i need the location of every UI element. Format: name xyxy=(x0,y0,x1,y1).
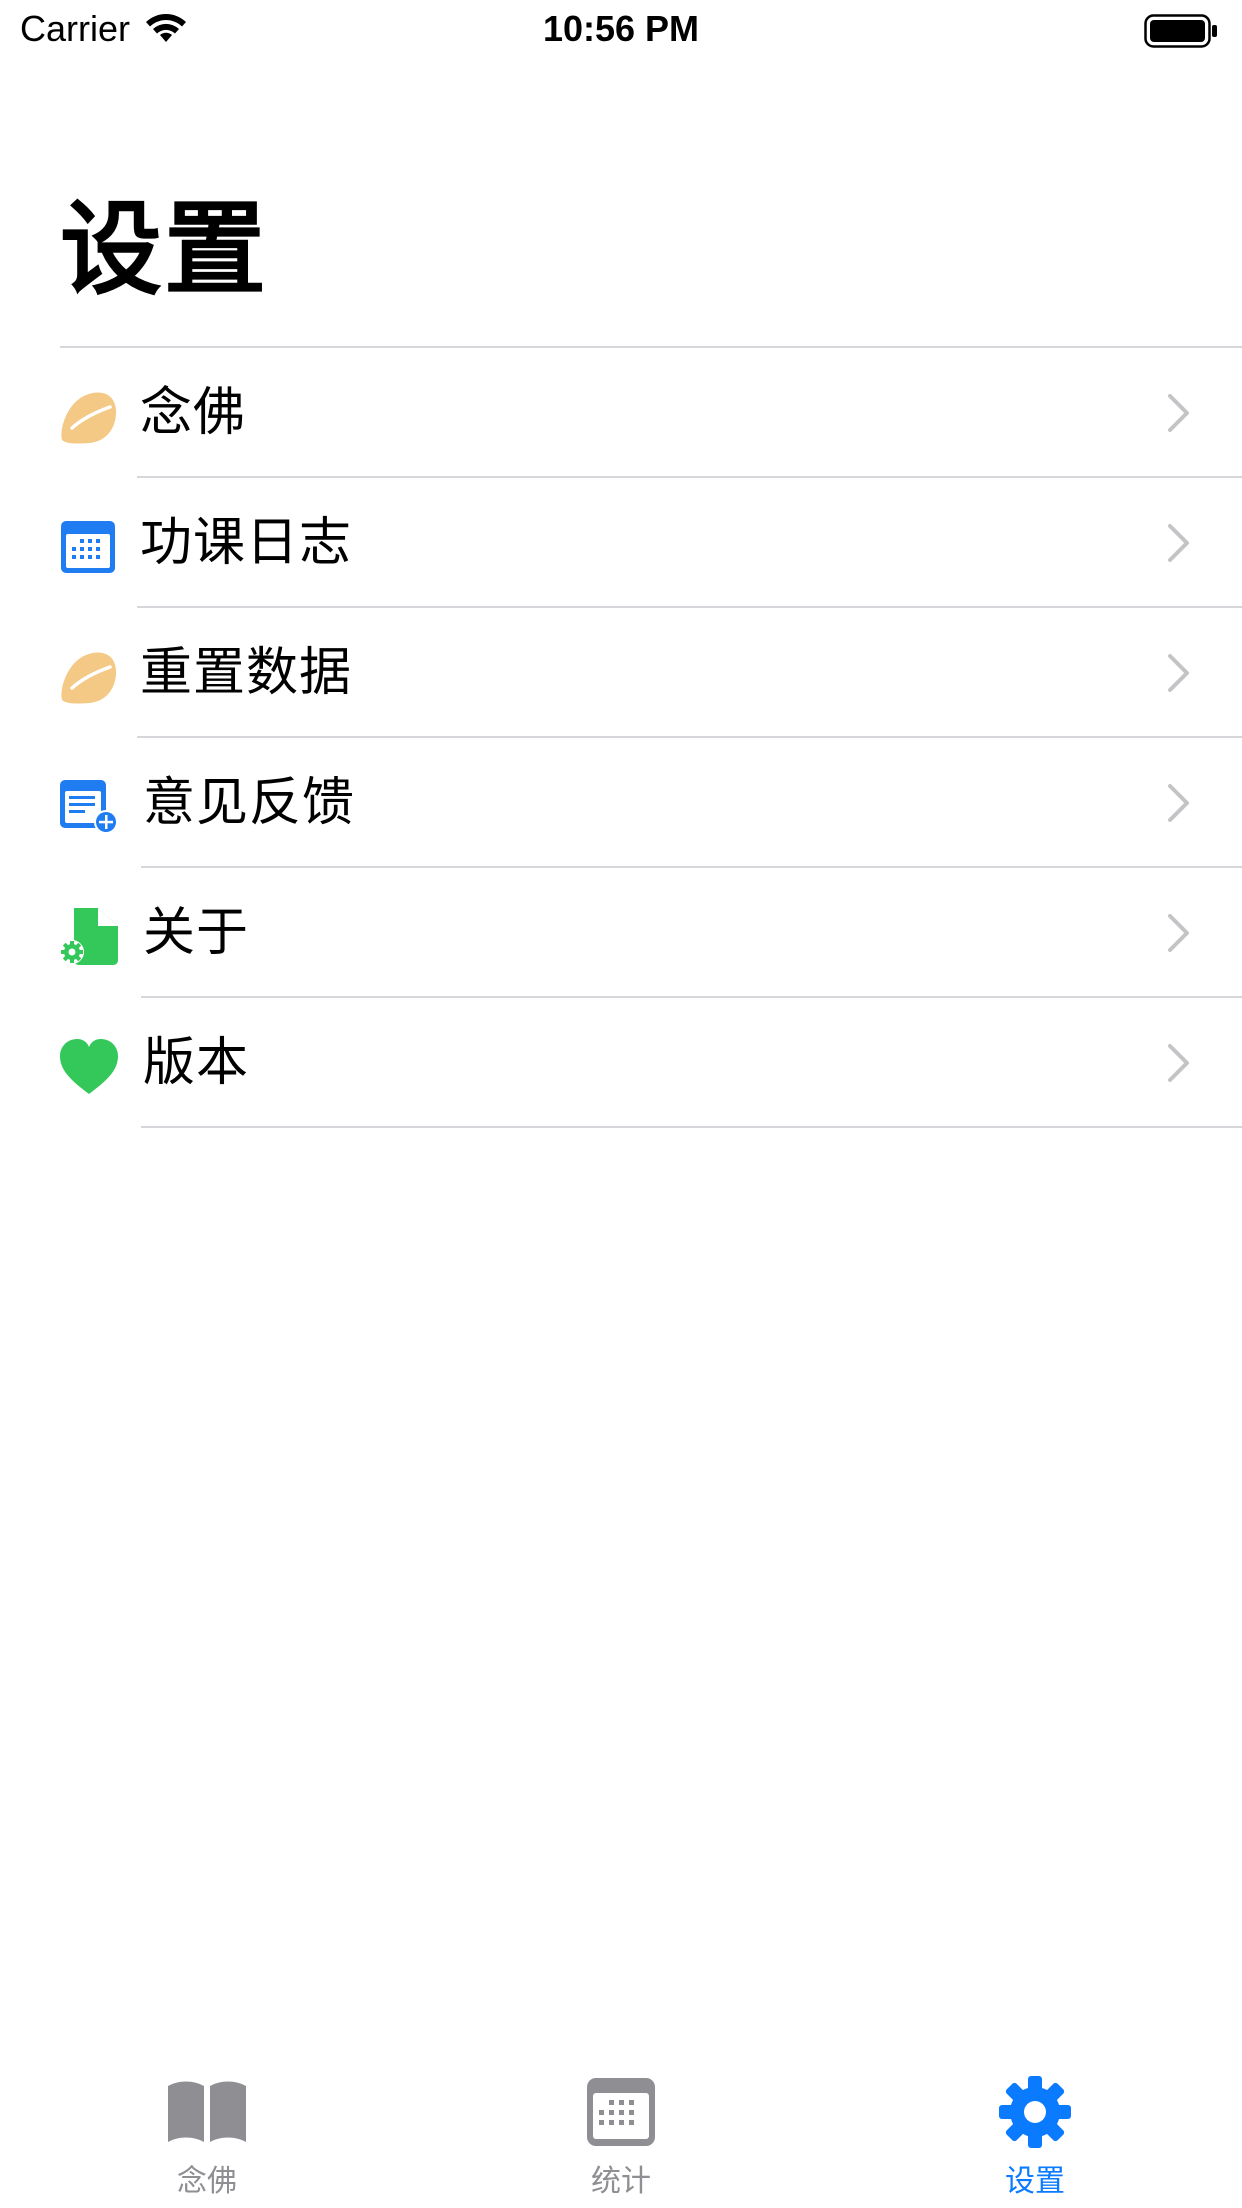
tab-label: 设置 xyxy=(1005,2164,1065,2199)
settings-item-label: 功课日志 xyxy=(140,513,353,573)
settings-item-label: 版本 xyxy=(143,1033,250,1093)
feedback-document-icon xyxy=(60,780,118,834)
beads-icon xyxy=(61,392,117,444)
book-icon xyxy=(168,2081,246,2142)
calendar-icon xyxy=(587,2078,655,2146)
settings-list: 念佛 功课日志 重置数据 意见反馈 关于 版本 xyxy=(0,348,1242,1128)
tab-settings[interactable]: 设置 xyxy=(828,2036,1242,2208)
chevron-right-icon xyxy=(1168,524,1189,562)
calendar-icon xyxy=(61,521,115,573)
tab-label: 统计 xyxy=(591,2164,651,2199)
settings-item-nianfo[interactable]: 念佛 xyxy=(0,348,1242,478)
chevron-right-icon xyxy=(1168,784,1189,822)
page-title: 设置 xyxy=(60,191,268,310)
settings-item-practice-log[interactable]: 功课日志 xyxy=(0,478,1242,608)
tab-label: 念佛 xyxy=(177,2164,237,2199)
chevron-right-icon xyxy=(1168,394,1189,432)
settings-item-reset-data[interactable]: 重置数据 xyxy=(0,608,1242,738)
row-divider xyxy=(141,1126,1242,1128)
settings-item-label: 意见反馈 xyxy=(143,773,356,833)
tab-statistics[interactable]: 统计 xyxy=(414,2036,828,2208)
settings-item-feedback[interactable]: 意见反馈 xyxy=(0,738,1242,868)
tab-bar: 念佛 统计 设置 xyxy=(0,2036,1242,2208)
settings-item-label: 念佛 xyxy=(140,383,247,443)
status-time: 10:56 PM xyxy=(542,8,700,49)
settings-item-version[interactable]: 版本 xyxy=(0,998,1242,1128)
document-gear-icon xyxy=(60,908,118,965)
tab-nianfo[interactable]: 念佛 xyxy=(0,2036,414,2208)
settings-item-about[interactable]: 关于 xyxy=(0,868,1242,998)
settings-item-label: 重置数据 xyxy=(140,643,353,703)
chevron-right-icon xyxy=(1168,654,1189,692)
status-bar: Carrier 10:56 PM xyxy=(0,0,1242,62)
settings-item-label: 关于 xyxy=(143,903,250,963)
chevron-right-icon xyxy=(1168,1044,1189,1082)
chevron-right-icon xyxy=(1168,914,1189,952)
heart-icon xyxy=(60,1039,118,1094)
battery-icon xyxy=(1144,14,1217,48)
beads-icon xyxy=(61,652,117,704)
gear-icon xyxy=(999,2076,1071,2148)
